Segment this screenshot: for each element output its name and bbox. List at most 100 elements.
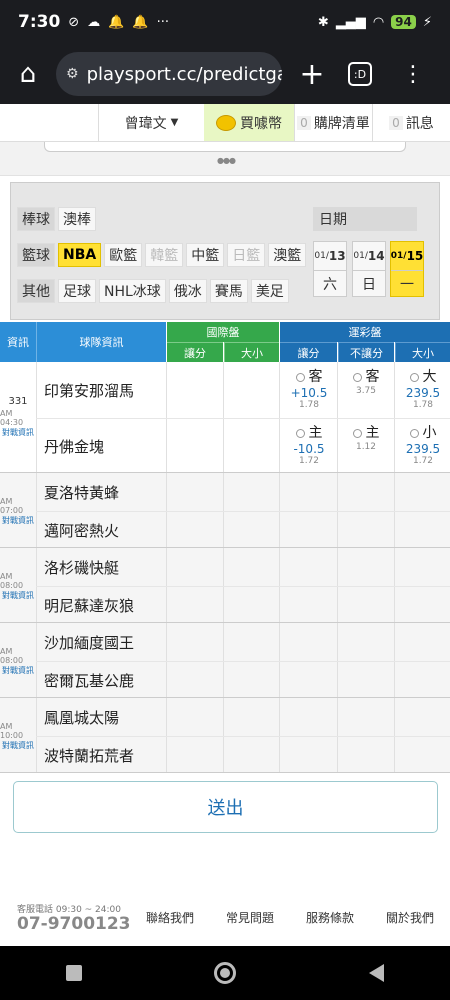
- odds-payout: 3.75: [355, 386, 377, 396]
- game-info: AM 08:00 對戰資訊: [0, 548, 36, 622]
- battery-icon: 94: [391, 15, 416, 29]
- radio-icon[interactable]: [295, 372, 305, 382]
- buy-coins-button[interactable]: 買噱幣: [204, 104, 294, 141]
- column-divider: [394, 698, 395, 772]
- game-row: AM 10:00 對戰資訊 鳳凰城太陽 波特蘭拓荒者: [0, 698, 450, 773]
- tab-switcher-button[interactable]: :D: [348, 62, 372, 86]
- cart-link[interactable]: 0 購牌清單: [294, 104, 372, 141]
- radio-icon[interactable]: [352, 428, 362, 438]
- date-weekday: 六: [314, 270, 346, 296]
- header-info: 資訊: [0, 322, 36, 362]
- sport-tab[interactable]: 賽馬: [209, 279, 248, 303]
- game-info: AM 10:00 對戰資訊: [0, 698, 36, 772]
- footer-link-about[interactable]: 關於我們: [386, 909, 434, 926]
- date-weekday: 一: [391, 270, 423, 296]
- game-number: 331: [8, 396, 28, 407]
- odds-label: 客: [308, 369, 323, 385]
- column-divider: [223, 623, 224, 697]
- date-month: 01/: [390, 251, 407, 261]
- banner-area: ●●●: [0, 142, 450, 176]
- radio-icon[interactable]: [352, 372, 362, 382]
- site-settings-icon[interactable]: ⚙: [66, 66, 79, 82]
- sport-tab[interactable]: 美足: [250, 279, 289, 303]
- sport-tab[interactable]: 澳籃: [268, 243, 307, 267]
- footer: 客服電話 09:30 ~ 24:00 07-9700123 聯絡我們 常見問題 …: [0, 896, 450, 946]
- matchup-link[interactable]: 對戰資訊: [2, 515, 34, 526]
- matchup-link[interactable]: 對戰資訊: [2, 665, 34, 676]
- date-tab[interactable]: 01/15 一: [390, 241, 424, 297]
- radio-icon[interactable]: [295, 428, 305, 438]
- sport-tab[interactable]: 足球: [58, 279, 96, 303]
- submit-button[interactable]: 送出: [13, 781, 438, 833]
- row-divider: [36, 661, 450, 662]
- sport-tab: 日籃: [227, 243, 266, 267]
- matchup-link[interactable]: 對戰資訊: [2, 427, 34, 438]
- column-divider: [394, 623, 395, 697]
- cart-count: 0: [297, 115, 311, 130]
- sport-tab[interactable]: 澳棒: [58, 207, 96, 231]
- away-moneyline-option[interactable]: 客 3.75: [338, 366, 394, 396]
- away-spread-option[interactable]: 客 +10.5 1.78: [281, 366, 337, 410]
- column-divider: [394, 473, 395, 547]
- home-button-icon[interactable]: [214, 962, 237, 984]
- column-divider: [279, 698, 280, 772]
- pager-dots[interactable]: ●●●: [217, 156, 236, 165]
- game-row: AM 08:00 對戰資訊 沙加緬度國王 密爾瓦基公鹿: [0, 623, 450, 698]
- user-menu[interactable]: 曾瑋文 ▼: [98, 104, 204, 141]
- recents-icon[interactable]: [66, 965, 83, 981]
- matchup-link[interactable]: 對戰資訊: [2, 740, 34, 751]
- under-option[interactable]: 小 239.5 1.72: [395, 422, 450, 466]
- sport-tab[interactable]: NBA: [58, 243, 102, 267]
- over-option[interactable]: 大 239.5 1.78: [395, 366, 450, 410]
- filter-category: 其他: [17, 279, 55, 303]
- odds-payout: 1.78: [412, 400, 434, 410]
- banner-frame: [44, 142, 406, 152]
- game-row: 331 AM 04:30 對戰資訊 印第安那溜馬 丹佛金塊客 +10.5 1.78 客 3.75…: [0, 362, 450, 473]
- date-tab[interactable]: 01/13 六: [313, 241, 347, 297]
- odds-value: 239.5: [405, 386, 441, 400]
- column-divider: [36, 548, 37, 622]
- game-time: AM 08:00: [0, 646, 24, 665]
- messages-link[interactable]: 0 訊息: [372, 104, 450, 141]
- date-month: 01/: [353, 251, 368, 261]
- date-label: 01/15: [391, 242, 424, 270]
- game-info: 331 AM 04:30 對戰資訊: [0, 362, 36, 472]
- matchup-link[interactable]: 對戰資訊: [2, 590, 34, 601]
- table-header: 資訊 球隊資訊 國際盤 讓分 大小 運彩盤 讓分 不讓分 大小: [0, 322, 450, 362]
- filter-row: 棒球 澳棒: [17, 207, 96, 231]
- sport-tab[interactable]: NHL冰球: [99, 279, 166, 303]
- away-team: 洛杉磯快艇: [44, 559, 120, 577]
- new-tab-icon[interactable]: +: [282, 57, 342, 92]
- footer-link-terms[interactable]: 服務條款: [306, 909, 354, 926]
- odds-label: 小: [422, 425, 437, 441]
- header-lottery-spread: 讓分: [280, 342, 337, 362]
- menu-icon[interactable]: ⋮: [402, 62, 424, 87]
- odds-label: 主: [365, 425, 380, 441]
- footer-link-contact[interactable]: 聯絡我們: [146, 909, 194, 926]
- column-divider: [166, 698, 167, 772]
- radio-icon[interactable]: [409, 372, 419, 382]
- url-field[interactable]: ⚙ playsport.cc/predictga: [56, 52, 282, 96]
- game-time: AM 08:00: [0, 571, 24, 590]
- date-header: 日期: [313, 207, 417, 231]
- sport-tab[interactable]: 歐籃: [104, 243, 143, 267]
- column-divider: [36, 473, 37, 547]
- home-moneyline-option[interactable]: 主 1.12: [338, 422, 394, 452]
- header-intl-spread: 讓分: [167, 342, 223, 362]
- date-label: 01/13: [314, 242, 345, 270]
- radio-icon[interactable]: [409, 428, 419, 438]
- sport-tab[interactable]: 俄冰: [168, 279, 207, 303]
- bell-icon: 🔔: [108, 14, 125, 30]
- date-tab[interactable]: 01/14 日: [352, 241, 386, 297]
- sport-tab[interactable]: 中籃: [186, 243, 225, 267]
- home-icon[interactable]: ⌂: [0, 59, 56, 89]
- home-spread-option[interactable]: 主 -10.5 1.72: [281, 422, 337, 466]
- column-divider: [166, 548, 167, 622]
- game-row: AM 07:00 對戰資訊 夏洛特黃蜂 邁阿密熱火: [0, 473, 450, 548]
- footer-link-faq[interactable]: 常見問題: [226, 909, 274, 926]
- column-divider: [223, 362, 224, 472]
- date-day: 13: [328, 249, 346, 263]
- sport-filter-panel: 棒球 澳棒 籃球 NBA 歐籃 韓籃 中籃 日籃 澳籃 其他 足球 NHL冰球 俄冰 賽馬 美足 日期 01…: [10, 182, 440, 320]
- bluetooth-icon: ✱: [317, 14, 329, 30]
- back-icon[interactable]: [368, 964, 384, 982]
